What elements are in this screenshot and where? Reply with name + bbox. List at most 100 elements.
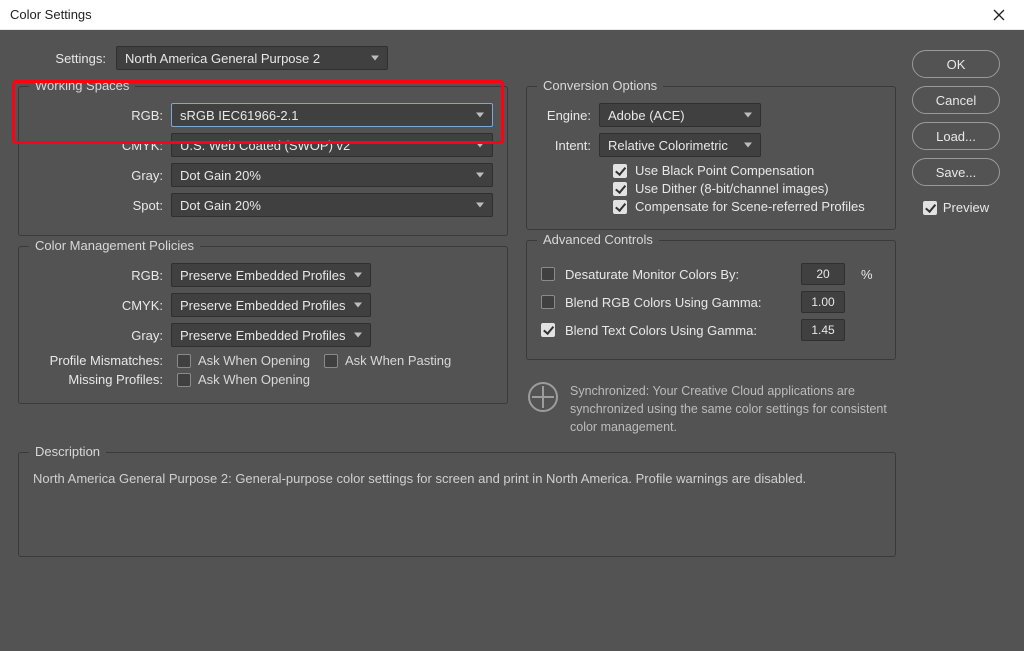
scene-row: Compensate for Scene-referred Profiles xyxy=(613,199,881,214)
mismatch-opening: Ask When Opening xyxy=(177,353,310,368)
ws-cmyk-value: U.S. Web Coated (SWOP) v2 xyxy=(180,138,350,153)
window-title: Color Settings xyxy=(10,7,984,22)
pol-rgb-value: Preserve Embedded Profiles xyxy=(180,268,345,283)
intent-row: Intent: Relative Colorimetric xyxy=(541,133,881,157)
blend-text-label: Blend Text Colors Using Gamma: xyxy=(565,323,791,338)
preview-row: Preview xyxy=(923,200,989,215)
main-column: Settings: North America General Purpose … xyxy=(18,46,896,633)
ws-cmyk-row: CMYK: U.S. Web Coated (SWOP) v2 xyxy=(33,133,493,157)
pol-rgb-label: RGB: xyxy=(33,268,163,283)
desaturate-checkbox[interactable] xyxy=(541,267,555,281)
desaturate-input[interactable] xyxy=(801,263,845,285)
black-point-label: Use Black Point Compensation xyxy=(635,163,814,178)
pol-cmyk-value: Preserve Embedded Profiles xyxy=(180,298,345,313)
sync-icon xyxy=(528,382,558,412)
missing-profiles-row: Missing Profiles: Ask When Opening xyxy=(33,372,493,387)
pol-gray-row: Gray: Preserve Embedded Profiles xyxy=(33,323,493,347)
policies-title: Color Management Policies xyxy=(29,238,200,253)
ws-spot-dropdown[interactable]: Dot Gain 20% xyxy=(171,193,493,217)
intent-label: Intent: xyxy=(541,138,591,153)
preview-checkbox[interactable] xyxy=(923,201,937,215)
desaturate-label: Desaturate Monitor Colors By: xyxy=(565,267,791,282)
dialog-body: Settings: North America General Purpose … xyxy=(0,30,1024,651)
black-point-checkbox[interactable] xyxy=(613,164,627,178)
sync-status: Synchronized: Your Creative Cloud applic… xyxy=(526,378,896,438)
policies-group: Color Management Policies RGB: Preserve … xyxy=(18,246,508,404)
engine-dropdown[interactable]: Adobe (ACE) xyxy=(599,103,761,127)
pol-gray-label: Gray: xyxy=(33,328,163,343)
settings-dropdown[interactable]: North America General Purpose 2 xyxy=(116,46,388,70)
conversion-group: Conversion Options Engine: Adobe (ACE) I… xyxy=(526,86,896,230)
ws-rgb-dropdown[interactable]: sRGB IEC61966-2.1 xyxy=(171,103,493,127)
pol-cmyk-label: CMYK: xyxy=(33,298,163,313)
description-text: North America General Purpose 2: General… xyxy=(33,471,881,486)
intent-value: Relative Colorimetric xyxy=(608,138,728,153)
missing-opening-checkbox[interactable] xyxy=(177,373,191,387)
engine-row: Engine: Adobe (ACE) xyxy=(541,103,881,127)
pol-rgb-dropdown[interactable]: Preserve Embedded Profiles xyxy=(171,263,371,287)
advanced-group: Advanced Controls Desaturate Monitor Col… xyxy=(526,240,896,360)
settings-row: Settings: North America General Purpose … xyxy=(46,46,896,70)
blend-text-row: Blend Text Colors Using Gamma: xyxy=(541,319,881,341)
working-spaces-title: Working Spaces xyxy=(29,78,135,93)
ws-rgb-row: RGB: sRGB IEC61966-2.1 xyxy=(33,103,493,127)
mismatch-pasting-label: Ask When Pasting xyxy=(345,353,451,368)
blend-rgb-label: Blend RGB Colors Using Gamma: xyxy=(565,295,791,310)
settings-label: Settings: xyxy=(46,51,106,66)
sync-text: Synchronized: Your Creative Cloud applic… xyxy=(570,382,894,436)
pol-rgb-row: RGB: Preserve Embedded Profiles xyxy=(33,263,493,287)
pol-cmyk-dropdown[interactable]: Preserve Embedded Profiles xyxy=(171,293,371,317)
blend-text-input[interactable] xyxy=(801,319,845,341)
description-title: Description xyxy=(29,444,106,459)
dither-label: Use Dither (8-bit/channel images) xyxy=(635,181,829,196)
ws-rgb-label: RGB: xyxy=(33,108,163,123)
ws-gray-value: Dot Gain 20% xyxy=(180,168,261,183)
pol-gray-dropdown[interactable]: Preserve Embedded Profiles xyxy=(171,323,371,347)
right-column: Conversion Options Engine: Adobe (ACE) I… xyxy=(526,86,896,438)
ws-gray-dropdown[interactable]: Dot Gain 20% xyxy=(171,163,493,187)
blend-rgb-input[interactable] xyxy=(801,291,845,313)
close-icon xyxy=(993,9,1005,21)
ws-cmyk-label: CMYK: xyxy=(33,138,163,153)
mismatch-pasting-checkbox[interactable] xyxy=(324,354,338,368)
load-button[interactable]: Load... xyxy=(912,122,1000,150)
blend-rgb-checkbox[interactable] xyxy=(541,295,555,309)
titlebar: Color Settings xyxy=(0,0,1024,30)
save-button[interactable]: Save... xyxy=(912,158,1000,186)
scene-label: Compensate for Scene-referred Profiles xyxy=(635,199,865,214)
close-button[interactable] xyxy=(984,0,1014,30)
ws-spot-label: Spot: xyxy=(33,198,163,213)
black-point-row: Use Black Point Compensation xyxy=(613,163,881,178)
ws-spot-value: Dot Gain 20% xyxy=(180,198,261,213)
cancel-button[interactable]: Cancel xyxy=(912,86,1000,114)
ok-button[interactable]: OK xyxy=(912,50,1000,78)
color-settings-window: Color Settings Settings: North America G… xyxy=(0,0,1024,651)
pol-cmyk-row: CMYK: Preserve Embedded Profiles xyxy=(33,293,493,317)
advanced-title: Advanced Controls xyxy=(537,232,659,247)
dither-row: Use Dither (8-bit/channel images) xyxy=(613,181,881,196)
blend-rgb-row: Blend RGB Colors Using Gamma: xyxy=(541,291,881,313)
ws-cmyk-dropdown[interactable]: U.S. Web Coated (SWOP) v2 xyxy=(171,133,493,157)
dither-checkbox[interactable] xyxy=(613,182,627,196)
upper-columns: Working Spaces RGB: sRGB IEC61966-2.1 CM… xyxy=(18,86,896,438)
engine-value: Adobe (ACE) xyxy=(608,108,685,123)
conversion-title: Conversion Options xyxy=(537,78,663,93)
engine-label: Engine: xyxy=(541,108,591,123)
intent-dropdown[interactable]: Relative Colorimetric xyxy=(599,133,761,157)
missing-profiles-label: Missing Profiles: xyxy=(33,372,163,387)
description-group: Description North America General Purpos… xyxy=(18,452,896,557)
left-column: Working Spaces RGB: sRGB IEC61966-2.1 CM… xyxy=(18,86,508,438)
desaturate-row: Desaturate Monitor Colors By: % xyxy=(541,263,881,285)
profile-mismatches-row: Profile Mismatches: Ask When Opening Ask… xyxy=(33,353,493,368)
ws-gray-row: Gray: Dot Gain 20% xyxy=(33,163,493,187)
missing-opening: Ask When Opening xyxy=(177,372,310,387)
scene-checkbox[interactable] xyxy=(613,200,627,214)
pol-gray-value: Preserve Embedded Profiles xyxy=(180,328,345,343)
mismatch-opening-checkbox[interactable] xyxy=(177,354,191,368)
working-spaces-group: Working Spaces RGB: sRGB IEC61966-2.1 CM… xyxy=(18,86,508,236)
ws-gray-label: Gray: xyxy=(33,168,163,183)
settings-value: North America General Purpose 2 xyxy=(125,51,320,66)
blend-text-checkbox[interactable] xyxy=(541,323,555,337)
mismatch-opening-label: Ask When Opening xyxy=(198,353,310,368)
desaturate-unit: % xyxy=(861,267,881,282)
